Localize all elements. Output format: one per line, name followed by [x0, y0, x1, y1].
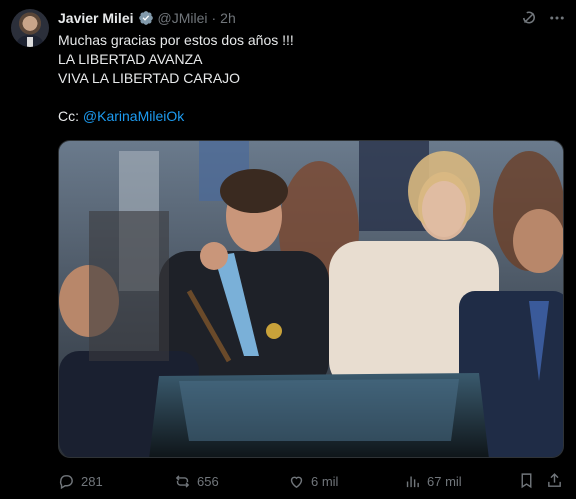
tweet-line: LA LIBERTAD AVANZA	[58, 51, 203, 67]
photo-illustration	[59, 141, 563, 457]
like-button[interactable]: 6 mil	[288, 472, 338, 490]
mention-link[interactable]: @KarinaMileiOk	[83, 108, 184, 124]
like-icon	[290, 476, 303, 488]
like-count: 6 mil	[311, 473, 339, 489]
grok-icon[interactable]	[520, 9, 538, 27]
action-bar: 281 656 6 mil 67 mil	[58, 472, 564, 490]
verified-badge-icon	[138, 11, 153, 25]
avatar[interactable]	[11, 9, 49, 47]
share-icon[interactable]	[546, 472, 563, 489]
reply-count: 281	[81, 473, 103, 489]
tweet-line: Muchas gracias por estos dos años !!!	[58, 32, 294, 48]
author-handle[interactable]: @JMilei	[158, 10, 208, 26]
bookmark-icon[interactable]	[518, 472, 535, 489]
author-name[interactable]: Javier Milei	[58, 10, 134, 26]
views-icon	[406, 476, 419, 487]
repost-button[interactable]: 656	[174, 472, 219, 490]
tweet-line: VIVA LA LIBERTAD CARAJO	[58, 70, 241, 86]
cc-prefix: Cc:	[58, 108, 83, 124]
tweet-photo[interactable]	[58, 140, 564, 458]
tweet-text: Muchas gracias por estos dos años !!! LA…	[58, 31, 558, 126]
separator: ·	[211, 10, 217, 26]
repost-icon	[175, 474, 190, 488]
timestamp[interactable]: 2h	[220, 10, 236, 26]
views-count: 67 mil	[427, 473, 462, 489]
tweet-header: Javier Milei @JMilei · 2h	[58, 9, 236, 27]
more-icon[interactable]	[548, 9, 566, 27]
reply-icon	[59, 474, 73, 489]
cc-line: Cc: @KarinaMileiOk	[58, 107, 558, 126]
reply-button[interactable]: 281	[58, 472, 103, 490]
repost-count: 656	[197, 473, 219, 489]
views-button[interactable]: 67 mil	[404, 472, 462, 490]
